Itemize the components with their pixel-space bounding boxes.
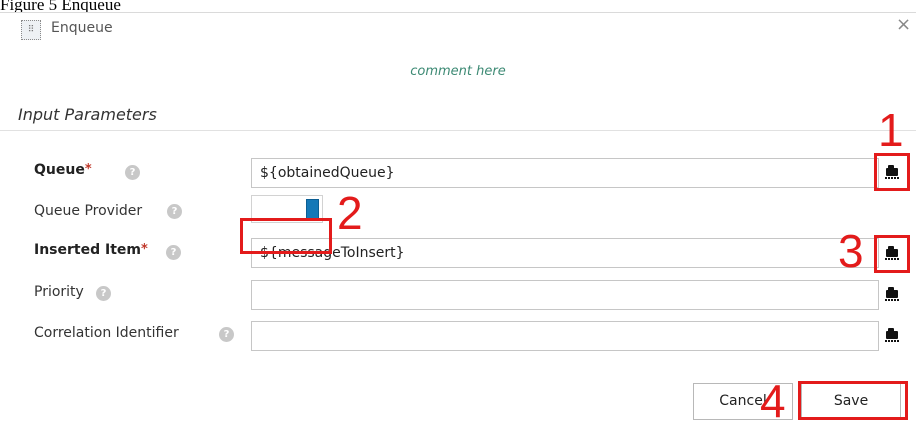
grid-icon: ⠿ bbox=[21, 20, 41, 40]
correlation-identifier-picker-icon[interactable] bbox=[884, 327, 900, 343]
priority-field[interactable] bbox=[251, 280, 879, 310]
help-icon[interactable]: ? bbox=[96, 286, 111, 301]
comment-text[interactable]: comment here bbox=[0, 64, 916, 79]
help-icon[interactable]: ? bbox=[166, 245, 181, 260]
annotation-number-4: 4 bbox=[760, 375, 786, 427]
section-title: Input Parameters bbox=[18, 105, 157, 124]
correlation-identifier-field[interactable] bbox=[251, 321, 879, 351]
annotation-number-2: 2 bbox=[337, 187, 363, 239]
queue-field[interactable]: ${obtainedQueue} bbox=[251, 158, 879, 188]
toggle-knob[interactable] bbox=[306, 199, 319, 219]
annotation-box-1 bbox=[874, 153, 910, 191]
queue-provider-label: Queue Provider bbox=[34, 203, 143, 219]
correlation-identifier-label: Correlation Identifier bbox=[34, 325, 179, 341]
required-marker: * bbox=[140, 242, 148, 257]
priority-picker-icon[interactable] bbox=[884, 286, 900, 302]
help-icon[interactable]: ? bbox=[167, 204, 182, 219]
annotation-number-1: 1 bbox=[878, 104, 904, 156]
help-icon[interactable]: ? bbox=[125, 165, 140, 180]
annotation-box-4 bbox=[798, 381, 908, 420]
required-marker: * bbox=[84, 162, 92, 177]
close-icon[interactable]: × bbox=[896, 14, 911, 35]
inserted-item-label: Inserted Item* bbox=[34, 242, 148, 258]
annotation-box-2 bbox=[240, 218, 332, 254]
inserted-item-field[interactable]: ${messageToInsert} bbox=[251, 238, 879, 268]
dialog-title: Enqueue bbox=[51, 20, 113, 36]
queue-label: Queue* bbox=[34, 162, 92, 178]
priority-label: Priority bbox=[34, 284, 84, 300]
help-icon[interactable]: ? bbox=[219, 327, 234, 342]
annotation-number-3: 3 bbox=[838, 225, 864, 277]
annotation-box-3 bbox=[874, 235, 910, 273]
section-divider bbox=[0, 130, 916, 131]
